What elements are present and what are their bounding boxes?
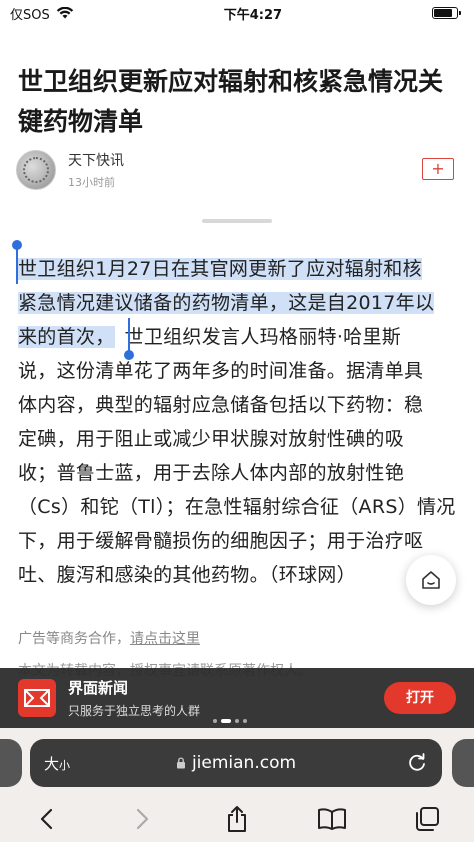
- jiemian-logo-icon: [24, 689, 50, 707]
- ad-notice: 广告等商务合作，请点击这里: [18, 628, 200, 648]
- body-line: 收；普鲁士蓝，用于去除人体内部的放射性铯: [18, 462, 405, 484]
- page-dot-active: [221, 719, 231, 723]
- reload-icon[interactable]: [406, 752, 428, 774]
- selection-end-bar: [128, 318, 130, 352]
- book-icon: [317, 808, 346, 830]
- author-row: 天下快讯 13小时前 +: [16, 148, 460, 192]
- bookmarks-button[interactable]: [312, 799, 352, 839]
- home-icon: [422, 571, 440, 589]
- body-line: 吐、腹泻和感染的其他药物。（环球网）: [18, 564, 356, 586]
- author-info: 天下快讯 13小时前: [68, 150, 124, 190]
- next-tab-peek[interactable]: [452, 739, 474, 787]
- previous-tab-peek[interactable]: [0, 739, 22, 787]
- selected-text[interactable]: 紧急情况建议储备的药物清单，这是自2017年以: [18, 292, 435, 314]
- body-line: 下，用于缓解骨髓损伤的细胞因子；用于治疗呕: [18, 530, 424, 552]
- back-button[interactable]: [27, 799, 67, 839]
- page-dot: [213, 719, 217, 723]
- text-size-big: 大: [44, 754, 60, 773]
- article-body: 世卫组织1月27日在其官网更新了应对辐射和核 紧急情况建议储备的药物清单，这是自…: [18, 252, 464, 592]
- forward-icon: [137, 808, 149, 830]
- ad-link[interactable]: 请点击这里: [130, 631, 200, 647]
- body-line: 定碘，用于阻止或减少甲状腺对放射性碘的吸: [18, 428, 405, 450]
- tabs-icon: [415, 807, 439, 831]
- publish-time: 13小时前: [68, 176, 115, 189]
- body-line: 说，这份清单花了两年多的时间准备。据清单具: [18, 360, 424, 382]
- home-button[interactable]: [406, 555, 456, 605]
- body-line: 紧急情况建议储备的药物清单，这是自2017年以: [18, 286, 464, 320]
- status-bar: 仅SOS 下午4:27: [0, 0, 474, 26]
- carrier-label: 仅SOS: [10, 7, 50, 23]
- open-app-button[interactable]: 打开: [384, 682, 456, 714]
- share-icon: [227, 806, 246, 832]
- page-dot: [243, 719, 247, 723]
- follow-button[interactable]: +: [422, 158, 454, 180]
- app-name: 界面新闻: [68, 679, 129, 697]
- share-button[interactable]: [217, 799, 257, 839]
- article-title: 世卫组织更新应对辐射和核紧急情况关键药物清单: [18, 67, 444, 136]
- app-logo: [18, 679, 56, 717]
- lock-icon: [176, 757, 185, 769]
- selected-text[interactable]: 世卫组织1月27日在其官网更新了应对辐射和核: [18, 258, 422, 280]
- battery-icon: [432, 7, 461, 19]
- body-line: 体内容，典型的辐射应急储备包括以下药物：稳: [18, 394, 424, 416]
- text-size-small: 小: [59, 758, 71, 772]
- app-text: 界面新闻 只服务于独立思考的人群: [68, 677, 200, 719]
- battery-fill: [434, 9, 453, 17]
- forward-button[interactable]: [122, 799, 162, 839]
- address-bar[interactable]: 大小 jiemian.com: [30, 739, 442, 787]
- status-left: 仅SOS: [10, 4, 74, 23]
- ad-prefix: 广告等商务合作，: [18, 631, 130, 647]
- selection-end-handle[interactable]: [124, 350, 134, 360]
- body-text: 世卫组织发言人玛格丽特·哈里斯: [124, 326, 402, 348]
- app-slogan: 只服务于独立思考的人群: [68, 704, 201, 718]
- browser-toolbar: [0, 796, 474, 842]
- selected-text[interactable]: 来的首次，: [18, 326, 115, 348]
- page-dot: [235, 719, 239, 723]
- author-name[interactable]: 天下快讯: [68, 150, 124, 170]
- status-right: [432, 7, 461, 19]
- avatar[interactable]: [16, 150, 56, 190]
- divider-pill: [202, 219, 272, 223]
- clock: 下午4:27: [223, 7, 283, 23]
- tabs-button[interactable]: [407, 799, 447, 839]
- back-icon: [41, 808, 53, 830]
- body-line: 世卫组织1月27日在其官网更新了应对辐射和核: [18, 252, 464, 286]
- body-line: 来的首次， 世卫组织发言人玛格丽特·哈里斯: [18, 320, 464, 354]
- body-line: （Cs）和铊（Tl）；在急性辐射综合征（ARS）情况: [18, 496, 456, 518]
- url-text[interactable]: jiemian.com: [192, 753, 296, 773]
- page-indicator: [213, 719, 247, 723]
- text-size-button[interactable]: 大小: [44, 753, 70, 774]
- url-wrap: jiemian.com: [30, 739, 442, 787]
- wifi-icon: [56, 7, 73, 19]
